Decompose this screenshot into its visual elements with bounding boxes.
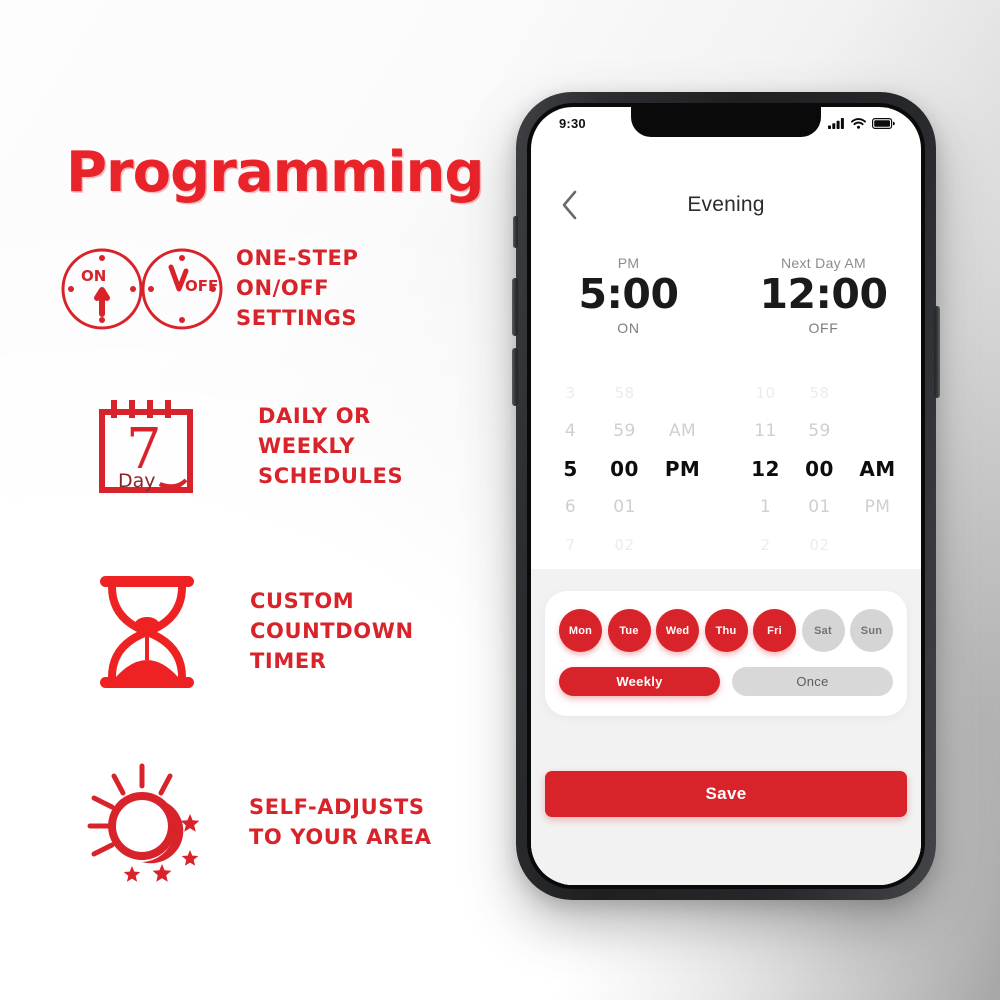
back-button[interactable]	[549, 185, 589, 225]
off-time-summary: Next Day AM 12:00 OFF	[726, 255, 921, 336]
power-button[interactable]	[934, 306, 940, 398]
day-pill-thu[interactable]: Thu	[704, 609, 748, 652]
repeat-once-button[interactable]: Once	[732, 667, 893, 696]
picker-cell[interactable]: 6	[544, 488, 598, 526]
svg-text:ON: ON	[81, 267, 106, 285]
picker-cell[interactable]: PM	[847, 488, 909, 526]
off-period-column[interactable]: AM PM	[847, 375, 909, 563]
feature-item-self-adjusts: SELF-ADJUSTS TO YOUR AREA	[86, 762, 432, 884]
picker-cell[interactable]: 2	[739, 526, 793, 564]
picker-cell[interactable]: 7	[544, 526, 598, 564]
volume-down-button[interactable]	[512, 348, 518, 406]
repeat-weekly-button[interactable]: Weekly	[559, 667, 720, 696]
off-time-picker[interactable]: 10 11 12 1 2 58 59 00 01 02 AM PM	[726, 375, 921, 563]
status-time: 9:30	[559, 115, 586, 131]
day-pill-sat[interactable]: Sat	[801, 609, 845, 652]
picker-cell[interactable]	[847, 412, 909, 449]
picker-cell[interactable]	[847, 526, 909, 563]
on-off-clocks-icon: ON OFF	[58, 238, 226, 340]
phone-bezel: 9:30 Evening PM 5:00 ON Next Day AM 12:0…	[527, 103, 925, 889]
features-panel: Programming ON OFF ONE-STEP ON/OFF SETTI…	[0, 0, 500, 1000]
picker-cell[interactable]: 01	[598, 488, 652, 526]
on-minute-column[interactable]: 58 59 00 01 02	[598, 375, 652, 563]
feature-item-schedules: 7 Day DAILY OR WEEKLY SCHEDULES	[92, 392, 403, 502]
schedule-card: Mon Tue Wed Thu Fri Sat Sun Weekly Once	[545, 591, 907, 716]
day-pill-mon[interactable]: Mon	[559, 609, 602, 652]
picker-cell-selected[interactable]: PM	[652, 450, 714, 488]
phone-screen: 9:30 Evening PM 5:00 ON Next Day AM 12:0…	[531, 107, 921, 885]
off-hour-column[interactable]: 10 11 12 1 2	[739, 375, 793, 563]
picker-cell[interactable]: 59	[598, 412, 652, 450]
page-title-evening: Evening	[687, 193, 765, 216]
picker-cell[interactable]: 3	[544, 374, 598, 412]
phone-mockup: 9:30 Evening PM 5:00 ON Next Day AM 12:0…	[512, 92, 940, 900]
feature-label: CUSTOM COUNTDOWN TIMER	[250, 589, 414, 673]
off-period-label: Next Day AM	[781, 255, 866, 271]
nav-header: Evening	[531, 181, 921, 229]
picker-cell[interactable]: 58	[793, 374, 847, 412]
svg-text:Day: Day	[118, 470, 156, 492]
on-state-label: ON	[617, 319, 640, 336]
on-time-picker[interactable]: 3 4 5 6 7 58 59 00 01 02 AM PM	[531, 375, 726, 563]
day-pill-tue[interactable]: Tue	[607, 609, 651, 652]
feature-label: DAILY OR WEEKLY SCHEDULES	[258, 404, 404, 488]
off-minute-column[interactable]: 58 59 00 01 02	[793, 375, 847, 563]
on-hour-column[interactable]: 3 4 5 6 7	[544, 375, 598, 563]
time-pickers: 3 4 5 6 7 58 59 00 01 02 AM PM 10 11 12 …	[531, 375, 921, 563]
volume-up-button[interactable]	[512, 278, 518, 336]
chevron-left-icon	[562, 190, 576, 220]
on-period-label: PM	[617, 255, 640, 271]
repeat-selector: Weekly Once	[559, 667, 893, 696]
save-button[interactable]: Save	[545, 771, 907, 817]
svg-text:OFF: OFF	[185, 277, 218, 295]
time-summary: PM 5:00 ON Next Day AM 12:00 OFF	[531, 255, 921, 336]
picker-cell[interactable]: 58	[598, 374, 652, 412]
hourglass-icon	[92, 572, 202, 692]
picker-cell-selected[interactable]: 00	[598, 450, 652, 488]
feature-label: ONE-STEP ON/OFF SETTINGS	[236, 246, 359, 330]
mute-switch[interactable]	[513, 216, 518, 248]
sun-stars-icon	[86, 762, 211, 884]
picker-cell[interactable]	[652, 375, 714, 412]
picker-cell[interactable]: 10	[739, 374, 793, 412]
wifi-icon	[851, 117, 866, 129]
picker-cell[interactable]	[847, 375, 909, 412]
picker-cell[interactable]: 1	[739, 488, 793, 526]
picker-cell[interactable]	[652, 526, 714, 563]
off-state-label: OFF	[808, 319, 839, 336]
on-time-value: 5:00	[578, 270, 679, 318]
picker-cell[interactable]	[652, 488, 714, 525]
on-period-column[interactable]: AM PM	[652, 375, 714, 563]
feature-item-one-step: ON OFF ONE-STEP ON/OFF SETTINGS	[58, 238, 358, 340]
picker-cell-selected[interactable]: 00	[793, 450, 847, 488]
picker-cell-selected[interactable]: 5	[544, 450, 598, 488]
page-title: Programming	[66, 140, 484, 205]
picker-cell[interactable]: 59	[793, 412, 847, 450]
off-time-value: 12:00	[759, 270, 888, 318]
feature-item-countdown: CUSTOM COUNTDOWN TIMER	[92, 572, 414, 692]
on-time-summary: PM 5:00 ON	[531, 255, 726, 336]
day-selector: Mon Tue Wed Thu Fri Sat Sun	[559, 609, 893, 652]
day-pill-fri[interactable]: Fri	[753, 609, 796, 652]
picker-cell[interactable]: 02	[793, 526, 847, 564]
status-icons	[828, 117, 895, 129]
picker-cell[interactable]: AM	[652, 412, 714, 450]
battery-icon	[872, 117, 895, 129]
picker-cell[interactable]: 02	[598, 526, 652, 564]
picker-cell-selected[interactable]: AM	[847, 450, 909, 488]
day-pill-sun[interactable]: Sun	[850, 609, 893, 652]
status-bar: 9:30	[531, 107, 921, 139]
picker-cell-selected[interactable]: 12	[739, 450, 793, 488]
feature-label: SELF-ADJUSTS TO YOUR AREA	[249, 795, 432, 849]
picker-cell[interactable]: 11	[739, 412, 793, 450]
seven-day-calendar-icon: 7 Day	[92, 392, 214, 502]
picker-cell[interactable]: 4	[544, 412, 598, 450]
signal-icon	[828, 117, 844, 129]
schedule-section: Mon Tue Wed Thu Fri Sat Sun Weekly Once	[531, 569, 921, 885]
picker-cell[interactable]: 01	[793, 488, 847, 526]
day-pill-wed[interactable]: Wed	[656, 609, 699, 652]
